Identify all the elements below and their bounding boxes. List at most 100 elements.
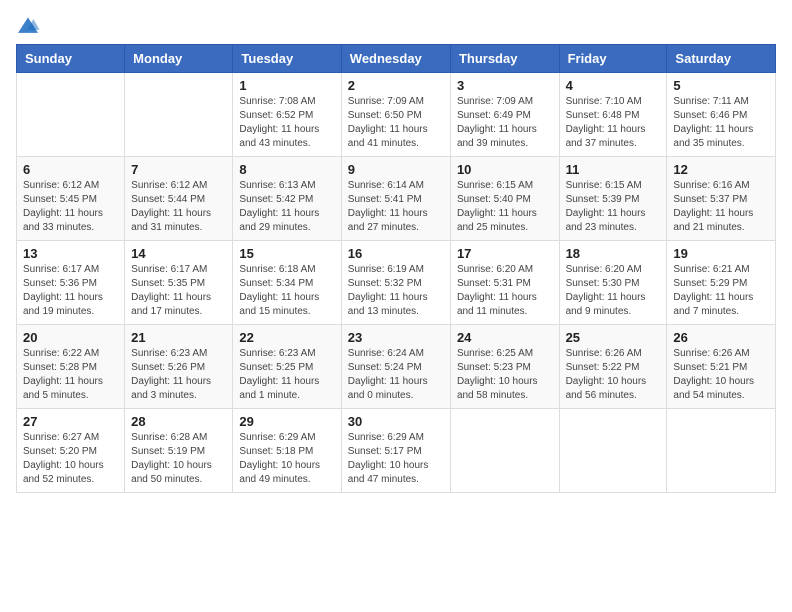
- calendar-cell: 15 Sunrise: 6:18 AM Sunset: 5:34 PM Dayli…: [233, 241, 341, 325]
- calendar-table: SundayMondayTuesdayWednesdayThursdayFrid…: [16, 44, 776, 493]
- calendar-header-monday: Monday: [125, 45, 233, 73]
- day-info: Sunrise: 7:10 AM Sunset: 6:48 PM Dayligh…: [566, 95, 661, 151]
- day-number: 8: [239, 162, 334, 177]
- calendar-cell: [450, 409, 559, 493]
- day-info: Sunrise: 6:20 AM Sunset: 5:31 PM Dayligh…: [457, 263, 553, 319]
- day-number: 3: [457, 78, 553, 93]
- day-info: Sunrise: 6:28 AM Sunset: 5:19 PM Dayligh…: [131, 431, 226, 487]
- day-info: Sunrise: 7:08 AM Sunset: 6:52 PM Dayligh…: [239, 95, 334, 151]
- week-row-1: 1 Sunrise: 7:08 AM Sunset: 6:52 PM Daylig…: [17, 73, 776, 157]
- day-info: Sunrise: 6:23 AM Sunset: 5:25 PM Dayligh…: [239, 347, 334, 403]
- day-number: 2: [348, 78, 444, 93]
- calendar-cell: 14Sunrise: 6:17 AM Sunset: 5:35 PM Dayli…: [125, 241, 233, 325]
- calendar-cell: 10Sunrise: 6:15 AM Sunset: 5:40 PM Dayli…: [450, 157, 559, 241]
- calendar-header-friday: Friday: [559, 45, 667, 73]
- day-info: Sunrise: 6:29 AM Sunset: 5:17 PM Dayligh…: [348, 431, 444, 487]
- day-number: 18: [566, 246, 661, 261]
- calendar-cell: 26Sunrise: 6:26 AM Sunset: 5:21 PM Dayli…: [667, 325, 776, 409]
- day-number: 12: [673, 162, 769, 177]
- day-number: 4: [566, 78, 661, 93]
- calendar-cell: [125, 73, 233, 157]
- day-number: 5: [673, 78, 769, 93]
- day-number: 30: [348, 414, 444, 429]
- calendar-cell: 1 Sunrise: 7:08 AM Sunset: 6:52 PM Daylig…: [233, 73, 341, 157]
- calendar-cell: 4 Sunrise: 7:10 AM Sunset: 6:48 PM Daylig…: [559, 73, 667, 157]
- calendar-cell: 17 Sunrise: 6:20 AM Sunset: 5:31 PM Dayli…: [450, 241, 559, 325]
- day-info: Sunrise: 6:18 AM Sunset: 5:34 PM Dayligh…: [239, 263, 334, 319]
- calendar-cell: 21 Sunrise: 6:23 AM Sunset: 5:26 PM Dayli…: [125, 325, 233, 409]
- day-info: Sunrise: 6:20 AM Sunset: 5:30 PM Dayligh…: [566, 263, 661, 319]
- day-info: Sunrise: 6:29 AM Sunset: 5:18 PM Dayligh…: [239, 431, 334, 487]
- day-info: Sunrise: 6:22 AM Sunset: 5:28 PM Dayligh…: [23, 347, 118, 403]
- day-info: Sunrise: 6:25 AM Sunset: 5:23 PM Dayligh…: [457, 347, 553, 403]
- calendar-cell: 22 Sunrise: 6:23 AM Sunset: 5:25 PM Dayli…: [233, 325, 341, 409]
- day-number: 26: [673, 330, 769, 345]
- calendar-cell: [667, 409, 776, 493]
- day-number: 17: [457, 246, 553, 261]
- calendar-cell: 27 Sunrise: 6:27 AM Sunset: 5:20 PM Dayli…: [17, 409, 125, 493]
- calendar-cell: 23 Sunrise: 6:24 AM Sunset: 5:24 PM Dayli…: [341, 325, 450, 409]
- calendar-cell: 5 Sunrise: 7:11 AM Sunset: 6:46 PM Daylig…: [667, 73, 776, 157]
- calendar-header-wednesday: Wednesday: [341, 45, 450, 73]
- day-info: Sunrise: 6:19 AM Sunset: 5:32 PM Dayligh…: [348, 263, 444, 319]
- day-info: Sunrise: 6:13 AM Sunset: 5:42 PM Dayligh…: [239, 179, 334, 235]
- day-number: 9: [348, 162, 444, 177]
- logo-icon: [16, 16, 40, 36]
- day-info: Sunrise: 6:17 AM Sunset: 5:36 PM Dayligh…: [23, 263, 118, 319]
- calendar-header-row: SundayMondayTuesdayWednesdayThursdayFrid…: [17, 45, 776, 73]
- calendar-cell: 19 Sunrise: 6:21 AM Sunset: 5:29 PM Dayli…: [667, 241, 776, 325]
- day-number: 28: [131, 414, 226, 429]
- day-info: Sunrise: 6:17 AM Sunset: 5:35 PM Dayligh…: [131, 263, 226, 319]
- calendar-cell: 13 Sunrise: 6:17 AM Sunset: 5:36 PM Dayli…: [17, 241, 125, 325]
- day-number: 22: [239, 330, 334, 345]
- calendar-cell: 7Sunrise: 6:12 AM Sunset: 5:44 PM Daylig…: [125, 157, 233, 241]
- day-info: Sunrise: 6:12 AM Sunset: 5:44 PM Dayligh…: [131, 179, 226, 235]
- day-number: 10: [457, 162, 553, 177]
- calendar-cell: 16Sunrise: 6:19 AM Sunset: 5:32 PM Dayli…: [341, 241, 450, 325]
- day-info: Sunrise: 6:27 AM Sunset: 5:20 PM Dayligh…: [23, 431, 118, 487]
- calendar-cell: 6 Sunrise: 6:12 AM Sunset: 5:45 PM Daylig…: [17, 157, 125, 241]
- calendar-cell: 9 Sunrise: 6:14 AM Sunset: 5:41 PM Daylig…: [341, 157, 450, 241]
- day-number: 6: [23, 162, 118, 177]
- calendar-cell: 3 Sunrise: 7:09 AM Sunset: 6:49 PM Daylig…: [450, 73, 559, 157]
- day-info: Sunrise: 7:09 AM Sunset: 6:50 PM Dayligh…: [348, 95, 444, 151]
- day-number: 13: [23, 246, 118, 261]
- calendar-cell: 28 Sunrise: 6:28 AM Sunset: 5:19 PM Dayli…: [125, 409, 233, 493]
- week-row-4: 20 Sunrise: 6:22 AM Sunset: 5:28 PM Dayli…: [17, 325, 776, 409]
- calendar-cell: 12 Sunrise: 6:16 AM Sunset: 5:37 PM Dayli…: [667, 157, 776, 241]
- day-number: 1: [239, 78, 334, 93]
- day-info: Sunrise: 7:11 AM Sunset: 6:46 PM Dayligh…: [673, 95, 769, 151]
- day-number: 21: [131, 330, 226, 345]
- day-info: Sunrise: 6:23 AM Sunset: 5:26 PM Dayligh…: [131, 347, 226, 403]
- calendar-cell: 8 Sunrise: 6:13 AM Sunset: 5:42 PM Daylig…: [233, 157, 341, 241]
- day-number: 19: [673, 246, 769, 261]
- week-row-3: 13 Sunrise: 6:17 AM Sunset: 5:36 PM Dayli…: [17, 241, 776, 325]
- calendar-header-thursday: Thursday: [450, 45, 559, 73]
- day-info: Sunrise: 6:14 AM Sunset: 5:41 PM Dayligh…: [348, 179, 444, 235]
- calendar-cell: [17, 73, 125, 157]
- calendar-cell: 20 Sunrise: 6:22 AM Sunset: 5:28 PM Dayli…: [17, 325, 125, 409]
- calendar-cell: 24 Sunrise: 6:25 AM Sunset: 5:23 PM Dayli…: [450, 325, 559, 409]
- day-number: 27: [23, 414, 118, 429]
- day-info: Sunrise: 7:09 AM Sunset: 6:49 PM Dayligh…: [457, 95, 553, 151]
- day-info: Sunrise: 6:12 AM Sunset: 5:45 PM Dayligh…: [23, 179, 118, 235]
- day-number: 15: [239, 246, 334, 261]
- day-number: 20: [23, 330, 118, 345]
- calendar-header-tuesday: Tuesday: [233, 45, 341, 73]
- day-info: Sunrise: 6:15 AM Sunset: 5:39 PM Dayligh…: [566, 179, 661, 235]
- calendar-cell: 18 Sunrise: 6:20 AM Sunset: 5:30 PM Dayli…: [559, 241, 667, 325]
- calendar-cell: 11Sunrise: 6:15 AM Sunset: 5:39 PM Dayli…: [559, 157, 667, 241]
- calendar-cell: 30 Sunrise: 6:29 AM Sunset: 5:17 PM Dayli…: [341, 409, 450, 493]
- day-info: Sunrise: 6:16 AM Sunset: 5:37 PM Dayligh…: [673, 179, 769, 235]
- logo: [16, 16, 44, 36]
- page-header: [16, 16, 776, 36]
- calendar-header-sunday: Sunday: [17, 45, 125, 73]
- calendar-cell: 2 Sunrise: 7:09 AM Sunset: 6:50 PM Daylig…: [341, 73, 450, 157]
- day-info: Sunrise: 6:21 AM Sunset: 5:29 PM Dayligh…: [673, 263, 769, 319]
- day-info: Sunrise: 6:24 AM Sunset: 5:24 PM Dayligh…: [348, 347, 444, 403]
- day-info: Sunrise: 6:26 AM Sunset: 5:22 PM Dayligh…: [566, 347, 661, 403]
- calendar-header-saturday: Saturday: [667, 45, 776, 73]
- day-number: 23: [348, 330, 444, 345]
- week-row-2: 6 Sunrise: 6:12 AM Sunset: 5:45 PM Daylig…: [17, 157, 776, 241]
- day-number: 24: [457, 330, 553, 345]
